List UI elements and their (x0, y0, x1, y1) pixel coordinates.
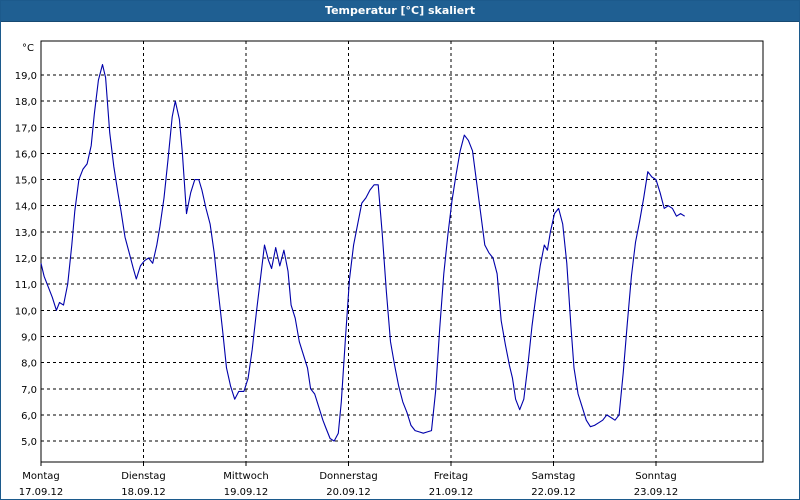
y-tick-label: 10,0 (15, 306, 37, 317)
x-tick-weekday-label: Freitag (434, 471, 468, 482)
y-tick-label: 9,0 (21, 332, 37, 343)
x-tick-date-label: 22.09.12 (531, 487, 576, 498)
y-tick-label: 6,0 (21, 411, 37, 422)
y-tick-label: 11,0 (15, 280, 37, 291)
x-tick-date-label: 20.09.12 (326, 487, 371, 498)
x-tick-weekday-label: Sonntag (635, 471, 677, 482)
temperature-chart: 5,0 6,0 7,0 8,0 9,0 10,0 11,0 12,0 13,0 14,0 15,0 1… (15, 40, 764, 498)
y-tick-label: 15,0 (15, 176, 37, 187)
x-tick-weekday-label: Dienstag (121, 471, 166, 482)
x-axis-ticks: Montag 17.09.12 Dienstag 18.09.12 Mittwoch 19… (19, 462, 679, 498)
y-tick-label: 17,0 (15, 123, 37, 134)
x-tick-date-label: 23.09.12 (634, 487, 679, 498)
x-tick-date-label: 18.09.12 (121, 487, 166, 498)
y-tick-label: 8,0 (21, 359, 37, 370)
y-tick-label: 14,0 (15, 202, 37, 213)
y-tick-label: 19,0 (15, 71, 37, 82)
x-tick-date-label: 21.09.12 (429, 487, 474, 498)
y-tick-label: 16,0 (15, 149, 37, 160)
y-tick-label: 5,0 (21, 437, 37, 448)
x-tick-date-label: 17.09.12 (19, 487, 64, 498)
x-tick-date-label: 19.09.12 (224, 487, 269, 498)
y-axis-ticks: 5,0 6,0 7,0 8,0 9,0 10,0 11,0 12,0 13,0 14,0 15,0 1… (15, 71, 37, 448)
y-tick-label: 12,0 (15, 254, 37, 265)
y-tick-label: 7,0 (21, 385, 37, 396)
x-tick-weekday-label: Donnerstag (319, 471, 377, 482)
y-axis-unit-label: °C (22, 43, 34, 54)
x-tick-weekday-label: Montag (22, 471, 59, 482)
x-tick-weekday-label: Mittwoch (223, 471, 268, 482)
y-tick-label: 13,0 (15, 228, 37, 239)
chart-window: Temperatur [°C] skaliert 5,0 6,0 7,0 8,0 9,0… (0, 0, 800, 500)
y-tick-label: 18,0 (15, 97, 37, 108)
x-tick-weekday-label: Samstag (532, 471, 576, 482)
